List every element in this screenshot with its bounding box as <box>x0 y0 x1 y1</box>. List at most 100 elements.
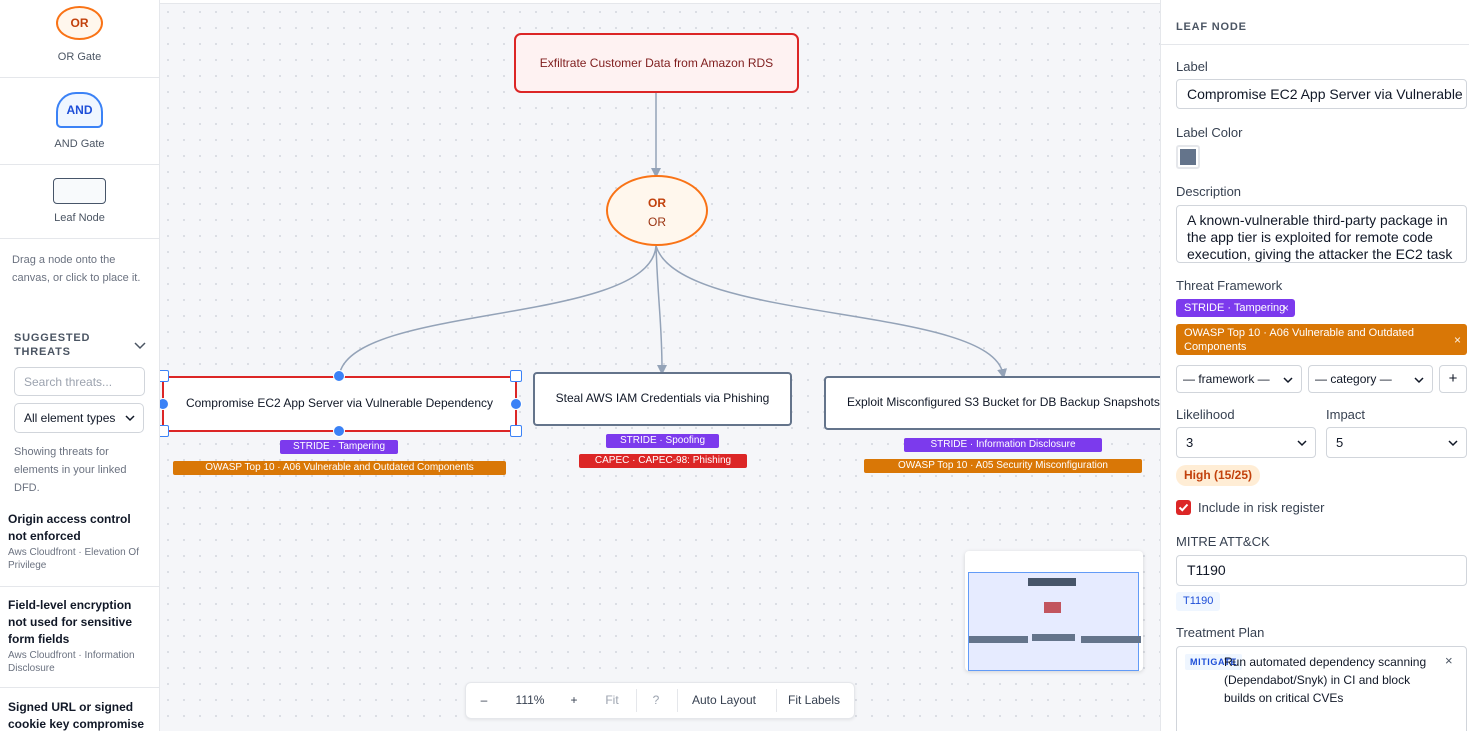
treatment-plan-label: Treatment Plan <box>1176 625 1265 640</box>
threat-search-input[interactable] <box>14 367 145 396</box>
chevron-down-icon[interactable] <box>134 340 146 350</box>
mitre-input[interactable]: T1190 <box>1176 555 1467 586</box>
palette-or-gate[interactable]: OR OR Gate <box>0 0 159 78</box>
leaf-label: Exploit Misconfigured S3 Bucket for DB B… <box>847 395 1160 409</box>
remove-chip-icon[interactable]: × <box>1454 333 1461 347</box>
impact-select[interactable]: 5 <box>1326 427 1467 458</box>
stride-tag: STRIDE · Spoofing <box>606 434 719 448</box>
panel-title: LEAF NODE <box>1176 21 1247 33</box>
or-gate-label: OR Gate <box>57 51 102 63</box>
likelihood-value: 3 <box>1186 435 1194 450</box>
minimap-root-node <box>1028 578 1076 586</box>
leaf-node-shape <box>53 178 106 204</box>
risk-score-badge: High (15/25) <box>1176 465 1261 486</box>
chevron-down-icon <box>1297 440 1307 447</box>
connection-handle[interactable] <box>333 370 345 382</box>
label-field-label: Label <box>1176 59 1208 74</box>
chip-label: STRIDE · Tampering <box>1184 302 1286 314</box>
chevron-down-icon <box>125 415 135 422</box>
framework-select[interactable]: — framework — <box>1176 365 1302 393</box>
and-gate-shape: AND <box>56 92 103 128</box>
suggested-threat-item[interactable]: Signed URL or signed cookie key compromi… <box>0 699 159 731</box>
toolbar-divider <box>677 689 678 712</box>
leaf-node[interactable]: Compromise EC2 App Server via Vulnerable… <box>162 376 517 432</box>
add-framework-button[interactable]: + <box>1439 365 1467 393</box>
connection-handle[interactable] <box>510 398 522 410</box>
remove-treatment-icon[interactable]: × <box>1445 653 1453 668</box>
minimap-viewport[interactable] <box>968 572 1139 671</box>
owasp-tag: OWASP Top 10 · A05 Security Misconfigura… <box>864 459 1142 473</box>
suggested-note: Showing threats for elements in your lin… <box>14 446 127 494</box>
impact-value: 5 <box>1336 435 1344 450</box>
root-goal-node[interactable]: Exfiltrate Customer Data from Amazon RDS <box>514 33 799 93</box>
minimap[interactable] <box>965 551 1143 671</box>
zoom-out-button[interactable]: – <box>472 683 496 718</box>
minimap-leaf-node <box>1032 634 1075 641</box>
include-risk-register-checkbox[interactable] <box>1176 500 1191 515</box>
stride-tag: STRIDE · Information Disclosure <box>904 438 1102 452</box>
minimap-leaf-node <box>969 636 1028 643</box>
resize-handle[interactable] <box>160 370 169 382</box>
description-field-label: Description <box>1176 184 1242 199</box>
suggested-threat-item[interactable]: Origin access control not enforced Aws C… <box>0 511 159 587</box>
framework-chip-stride[interactable]: STRIDE · Tampering × <box>1176 299 1295 317</box>
leaf-label: Compromise EC2 App Server via Vulnerable… <box>185 396 494 410</box>
suggested-threat-item[interactable]: Field-level encryption not used for sens… <box>0 597 159 688</box>
auto-layout-button[interactable]: Auto Layout <box>682 683 766 718</box>
category-select-value: — category — <box>1315 372 1392 386</box>
category-select[interactable]: — category — <box>1308 365 1433 393</box>
leaf-node[interactable]: Exploit Misconfigured S3 Bucket for DB B… <box>824 376 1160 430</box>
framework-chip-owasp[interactable]: OWASP Top 10 · A06 Vulnerable and Outdat… <box>1176 324 1467 355</box>
likelihood-label: Likelihood <box>1176 407 1235 422</box>
treatment-plan-text: Run automated dependency scanning (Depen… <box>1224 655 1427 705</box>
gate-label: OR <box>648 215 666 229</box>
treatment-plan-item[interactable]: MITIGATE Run automated dependency scanni… <box>1176 646 1467 731</box>
palette-and-gate[interactable]: AND AND Gate <box>0 78 159 165</box>
resize-handle[interactable] <box>510 370 522 382</box>
and-gate-label: AND Gate <box>54 138 105 150</box>
label-color-picker[interactable] <box>1176 145 1200 169</box>
resize-handle[interactable] <box>510 425 522 437</box>
mitre-technique-chip[interactable]: T1190 <box>1176 592 1221 611</box>
fit-labels-button[interactable]: Fit Labels <box>779 683 849 718</box>
owasp-tag: OWASP Top 10 · A06 Vulnerable and Outdat… <box>173 461 506 475</box>
mitre-label: MITRE ATT&CK <box>1176 534 1270 549</box>
fit-button[interactable]: Fit <box>594 683 630 718</box>
check-icon <box>1178 503 1189 512</box>
element-type-select[interactable]: All element types <box>14 403 144 433</box>
threat-framework-label: Threat Framework <box>1176 278 1283 293</box>
zoom-in-button[interactable]: + <box>562 683 586 718</box>
resize-handle[interactable] <box>160 425 169 437</box>
zoom-level: 111% <box>515 693 545 707</box>
likelihood-select[interactable]: 3 <box>1176 427 1316 458</box>
leaf-node[interactable]: Steal AWS IAM Credentials via Phishing <box>533 372 792 426</box>
color-swatch <box>1180 149 1196 165</box>
help-button[interactable]: ? <box>643 683 669 718</box>
description-textarea[interactable]: A known-vulnerable third-party package i… <box>1176 205 1467 263</box>
minimap-gate-node <box>1044 602 1061 613</box>
label-input[interactable]: Compromise EC2 App Server via Vulnerable… <box>1176 79 1467 109</box>
include-risk-register-label[interactable]: Include in risk register <box>1198 500 1324 515</box>
leaf-node-label: Leaf Node <box>54 212 105 224</box>
edge-gate-to-leaf-3 <box>655 245 1007 379</box>
threat-subtitle: Aws Cloudfront · Elevation Of Privilege <box>8 547 139 571</box>
chevron-down-icon <box>1283 377 1293 384</box>
properties-panel: LEAF NODE Label Compromise EC2 App Serve… <box>1160 0 1469 731</box>
element-type-value: All element types <box>24 411 116 425</box>
canvas-toolbar: – 111% + Fit ? Auto Layout Fit Labels <box>465 682 855 719</box>
attack-tree-canvas[interactable]: Exfiltrate Customer Data from Amazon RDS… <box>160 3 1160 731</box>
chevron-down-icon <box>1414 377 1424 384</box>
label-color-field-label: Label Color <box>1176 125 1243 140</box>
palette-leaf-node[interactable]: Leaf Node <box>0 165 159 239</box>
minimap-leaf-node <box>1081 636 1141 643</box>
connection-handle[interactable] <box>333 425 345 437</box>
threat-title: Field-level encryption not used for sens… <box>8 598 133 646</box>
gate-type: OR <box>648 196 666 210</box>
capec-tag: CAPEC · CAPEC-98: Phishing <box>579 454 747 468</box>
threat-subtitle: Aws Cloudfront · Information Disclosure <box>8 650 135 674</box>
or-gate-node[interactable]: OR OR <box>606 175 708 246</box>
palette-help-text: Drag a node onto the canvas, or click to… <box>12 254 141 284</box>
framework-select-value: — framework — <box>1183 372 1270 386</box>
remove-chip-icon[interactable]: × <box>1282 301 1289 315</box>
stride-tag: STRIDE · Tampering <box>280 440 398 454</box>
